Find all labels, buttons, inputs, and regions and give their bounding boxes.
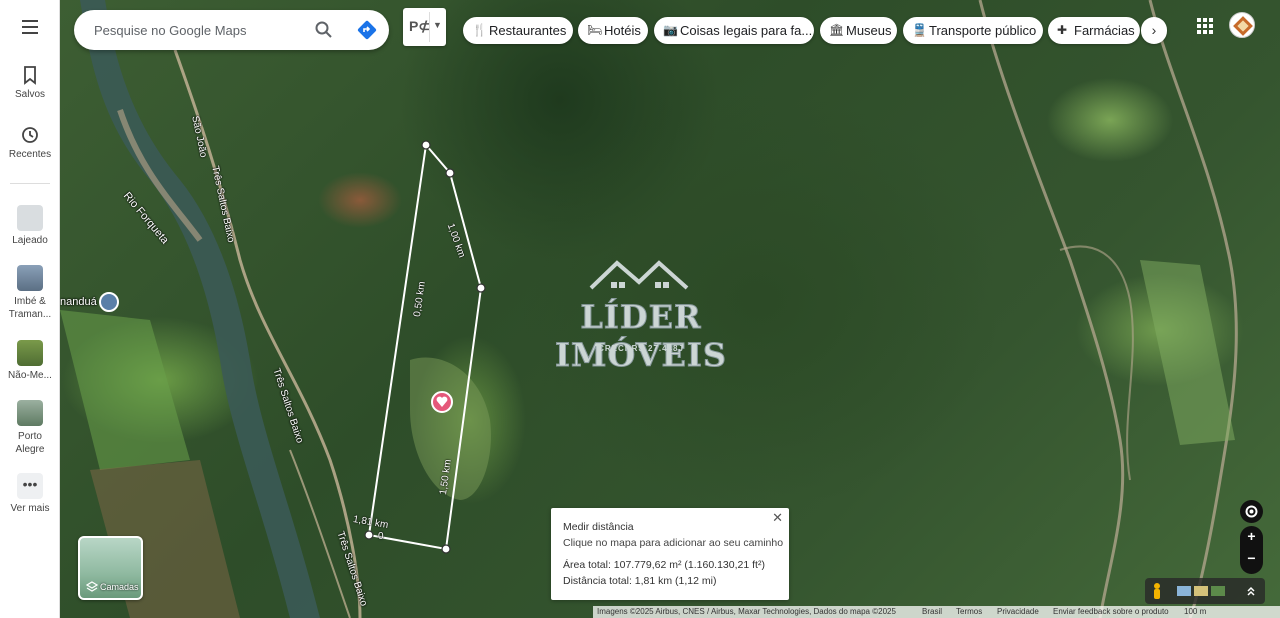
menu-icon (22, 20, 38, 34)
hotel-icon: 🛏 (587, 23, 603, 37)
measure-distance-panel: Medir distância Clique no mapa para adic… (551, 508, 789, 600)
terms-link[interactable]: Termos (956, 606, 982, 618)
watermark-brand: LÍDER IMÓVEIS (555, 298, 727, 375)
place-label: Lajeado (12, 235, 48, 246)
recent-place-nao-me[interactable]: Não-Me... (0, 340, 60, 381)
camera-icon: 📷 (663, 23, 678, 37)
recent-place-lajeado[interactable]: Lajeado (0, 205, 60, 246)
measure-node (476, 283, 486, 293)
parking-pin-button[interactable]: P⊄ ▼ (403, 8, 446, 46)
place-thumbnail (17, 340, 43, 366)
zoom-out-button[interactable]: − (1240, 550, 1263, 566)
chip-restaurants[interactable]: 🍴 Restaurantes (463, 17, 573, 44)
recent-place-imbe[interactable]: Imbé & Traman... (0, 265, 60, 321)
more-label: Ver mais (10, 503, 50, 514)
recent-place-porto-alegre[interactable]: Porto Alegre (0, 400, 60, 456)
attribution-bar: Imagens ©2025 Airbus, CNES / Airbus, Max… (593, 606, 1280, 618)
chip-pharmacies[interactable]: ✚ Farmácias (1048, 17, 1140, 44)
measure-hint: Clique no mapa para adicionar ao seu cam… (563, 537, 784, 549)
chevron-up-icon (1247, 586, 1255, 596)
scale-label: 100 m (1184, 607, 1207, 616)
privacy-link[interactable]: Privacidade (997, 606, 1039, 618)
satellite-thumb (1211, 586, 1225, 596)
map-type-bar (1145, 578, 1265, 604)
bookmark-icon (24, 66, 36, 85)
chip-things-to-do[interactable]: 📷 Coisas legais para fa... (654, 17, 814, 44)
divider (429, 12, 430, 42)
place-label: Imbé & Traman... (8, 296, 52, 320)
directions-icon[interactable] (356, 19, 378, 41)
search-box (74, 10, 389, 50)
place-thumbnail (17, 400, 43, 426)
side-rail: Salvos Recentes Lajeado Imbé & Traman...… (0, 0, 60, 618)
train-icon: 🚆 (912, 23, 927, 37)
road-line (978, 0, 1125, 618)
history-icon (22, 127, 38, 143)
pharmacy-icon: ✚ (1057, 23, 1068, 37)
feedback-link[interactable]: Enviar feedback sobre o produto (1053, 606, 1169, 618)
measure-node (364, 530, 374, 540)
chevron-down-icon[interactable]: ▼ (433, 20, 442, 30)
search-icon[interactable] (314, 20, 334, 40)
terrain-thumb (1194, 586, 1208, 596)
place-label: Não-Me... (8, 370, 52, 381)
measure-node (445, 168, 455, 178)
place-thumbnail (17, 265, 43, 291)
menu-button[interactable] (0, 20, 60, 37)
chevron-right-icon: › (1151, 22, 1157, 38)
imagery-credit: Imagens ©2025 Airbus, CNES / Airbus, Max… (597, 607, 896, 616)
account-avatar[interactable] (1229, 12, 1255, 38)
measure-node (421, 140, 431, 150)
chip-museums[interactable]: 🏛 Museus (820, 17, 897, 44)
rail-divider (10, 183, 50, 184)
restaurant-icon: 🍴 (472, 23, 487, 37)
layers-button[interactable]: Camadas (78, 536, 143, 600)
layers-icon (86, 581, 98, 592)
measure-node (441, 544, 451, 554)
pegman-icon (1154, 583, 1160, 599)
parking-icon: P⊄ (409, 18, 431, 34)
place-thumbnail (17, 205, 43, 231)
more-button[interactable]: ••• Ver mais (0, 473, 60, 514)
watermark-creci: CRECI-RS 27.448J (598, 344, 684, 353)
search-input[interactable] (94, 20, 304, 40)
more-icon: ••• (17, 473, 43, 499)
watermark-logo: LÍDER IMÓVEIS CRECI-RS 27.448J (527, 258, 755, 375)
chip-transit[interactable]: 🚆 Transporte público (903, 17, 1043, 44)
map-tools (1154, 583, 1255, 599)
saved-button[interactable]: Salvos (0, 65, 60, 100)
place-label: nanduá (60, 296, 97, 308)
saved-label: Salvos (14, 89, 45, 100)
place-marker[interactable] (99, 292, 119, 312)
map-thumb (1177, 586, 1191, 596)
place-label: Porto Alegre (15, 431, 45, 455)
zero-label: 0 (378, 531, 384, 542)
chips-next-button[interactable]: › (1141, 17, 1167, 44)
my-location-button[interactable] (1240, 500, 1263, 523)
museum-icon: 🏛 (829, 23, 845, 37)
recent-label: Recentes (8, 149, 52, 160)
zoom-controls: + − (1240, 526, 1263, 574)
recent-button[interactable]: Recentes (0, 125, 60, 160)
zoom-in-button[interactable]: + (1240, 528, 1263, 544)
apps-grid-icon[interactable] (1196, 17, 1214, 35)
layers-label: Camadas (100, 582, 139, 592)
total-distance: Distância total: 1,81 km (1,12 mi) (563, 575, 717, 587)
roof-logo-icon (589, 260, 689, 290)
total-area: Área total: 107.779,62 m² (1.160.130,21 … (563, 559, 765, 571)
chip-hotels[interactable]: 🛏 Hotéis (578, 17, 648, 44)
location-icon (1245, 505, 1258, 518)
close-icon[interactable]: ✕ (772, 510, 783, 526)
measure-title: Medir distância (563, 521, 634, 533)
country-link[interactable]: Brasil (922, 606, 942, 618)
